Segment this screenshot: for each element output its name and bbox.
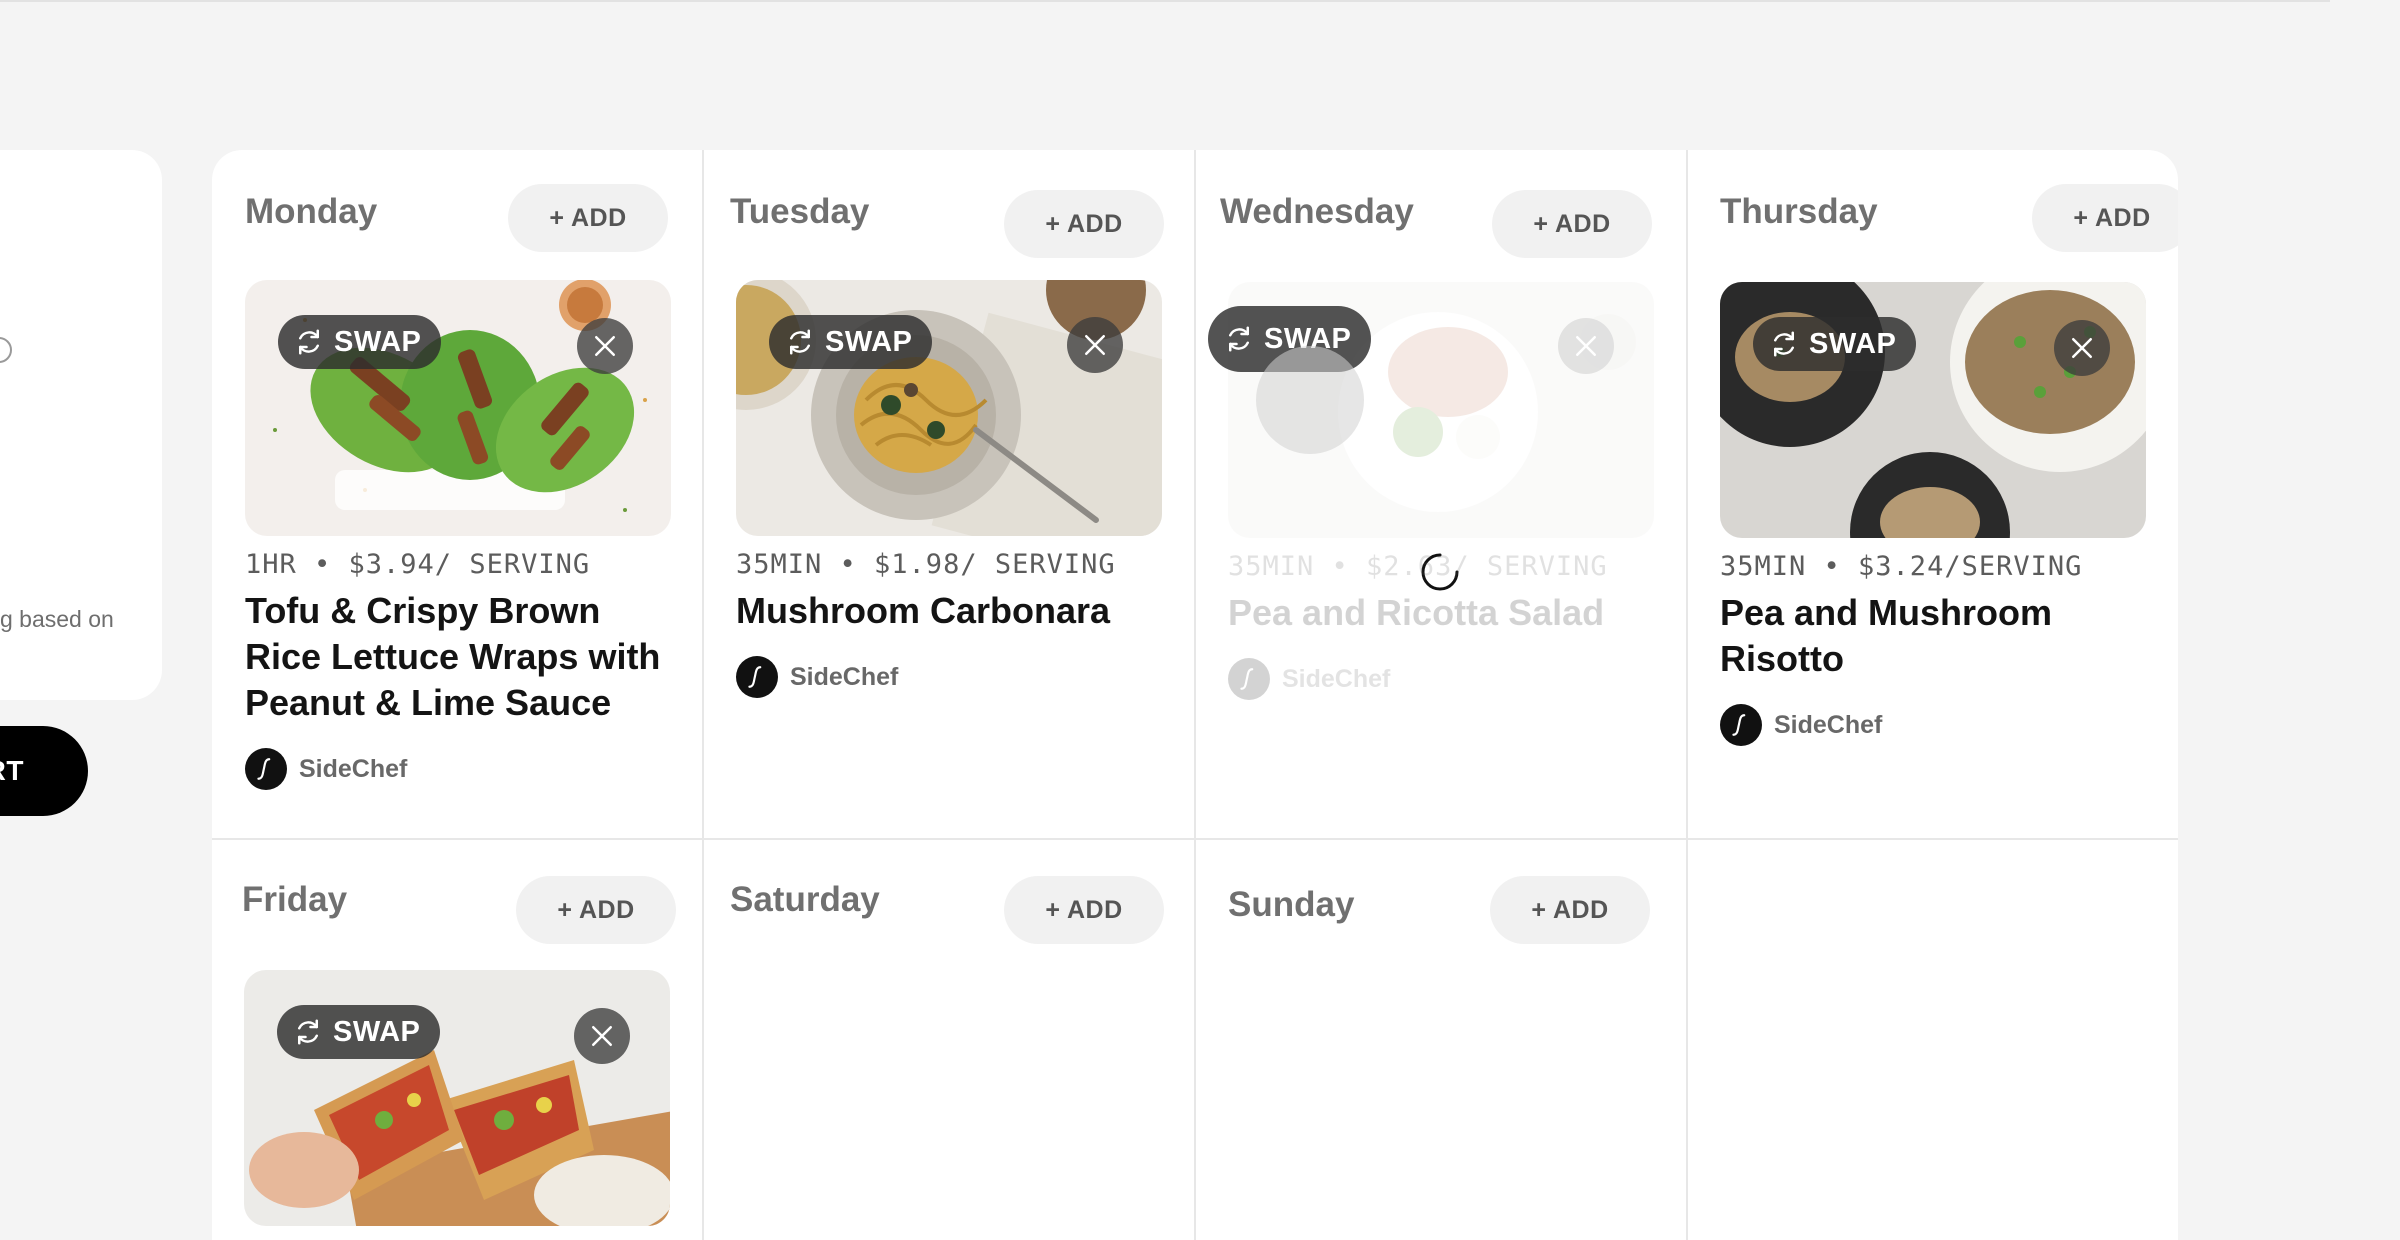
recipe-title-thursday[interactable]: Pea and Mushroom Risotto: [1720, 590, 2120, 682]
recipe-title-monday[interactable]: Tofu & Crispy Brown Rice Lettuce Wraps w…: [245, 588, 675, 726]
column-divider: [702, 150, 704, 1240]
swap-label: SWAP: [334, 325, 422, 358]
recipe-meta-thursday: 35MIN • $3.24/SERVING: [1720, 551, 2083, 582]
swap-label: SWAP: [1809, 327, 1897, 360]
remove-recipe-button-tuesday[interactable]: [1067, 317, 1123, 373]
remove-recipe-button-friday[interactable]: [574, 1008, 630, 1064]
author-name: SideChef: [1774, 710, 1883, 739]
close-icon: [592, 1026, 612, 1046]
recipe-image-monday[interactable]: SWAP: [245, 280, 671, 536]
column-divider: [1686, 150, 1688, 1240]
add-recipe-button-tuesday[interactable]: + ADD: [1004, 190, 1164, 258]
press-ripple: [1256, 346, 1364, 454]
recipe-author-thursday[interactable]: SideChef: [1720, 704, 1882, 746]
refresh-icon: [1229, 326, 1249, 352]
recipe-meta-monday: 1HR • $3.94/ SERVING: [245, 549, 591, 580]
swap-button-tuesday[interactable]: SWAP: [769, 315, 933, 369]
plan-settings-panel: g based on CART: [0, 150, 162, 816]
remove-recipe-button-thursday[interactable]: [2054, 320, 2110, 376]
remove-recipe-button-wednesday[interactable]: [1558, 318, 1614, 374]
swap-button-friday[interactable]: SWAP: [277, 1005, 441, 1059]
refresh-icon: [790, 329, 810, 355]
recipe-title-wednesday[interactable]: Pea and Ricotta Salad: [1228, 590, 1658, 636]
recipe-image-friday[interactable]: SWAP: [244, 970, 670, 1226]
day-title-friday: Friday: [242, 880, 348, 919]
column-divider: [1194, 150, 1196, 1240]
sidechef-logo-icon: [245, 748, 287, 790]
add-recipe-button-saturday[interactable]: + ADD: [1004, 876, 1164, 944]
add-recipe-button-friday[interactable]: + ADD: [516, 876, 676, 944]
close-icon: [1085, 335, 1105, 355]
sidechef-logo-icon: [1720, 704, 1762, 746]
add-recipe-button-monday[interactable]: + ADD: [508, 184, 668, 252]
sidechef-logo-icon: [736, 656, 778, 698]
day-title-monday: Monday: [245, 192, 378, 231]
top-divider: [0, 0, 2330, 2]
close-icon: [2072, 338, 2092, 358]
row-divider: [212, 838, 2178, 840]
panel-description: g based on: [0, 606, 114, 632]
author-name: SideChef: [790, 662, 899, 691]
recipe-image-thursday[interactable]: SWAP: [1720, 282, 2146, 538]
swap-label: SWAP: [333, 1015, 421, 1048]
weekly-planner-grid: Monday + ADD SWAP 1HR • $3.94/ SERVING T…: [212, 150, 2178, 1240]
recipe-author-tuesday[interactable]: SideChef: [736, 656, 898, 698]
author-name: SideChef: [1282, 664, 1391, 693]
recipe-author-monday[interactable]: SideChef: [245, 748, 407, 790]
recipe-title-tuesday[interactable]: Mushroom Carbonara: [736, 588, 1166, 634]
close-icon: [595, 336, 615, 356]
swap-label: SWAP: [825, 325, 913, 358]
refresh-icon: [1774, 331, 1794, 357]
add-recipe-button-sunday[interactable]: + ADD: [1490, 876, 1650, 944]
remove-recipe-button-monday[interactable]: [577, 318, 633, 374]
add-recipe-button-thursday[interactable]: + ADD: [2032, 184, 2178, 252]
recipe-author-wednesday[interactable]: SideChef: [1228, 658, 1390, 700]
day-title-thursday: Thursday: [1720, 192, 1878, 231]
day-title-sunday: Sunday: [1228, 885, 1355, 924]
refresh-icon: [299, 329, 319, 355]
recipe-image-tuesday[interactable]: SWAP: [736, 280, 1162, 536]
sidechef-logo-icon: [1228, 658, 1270, 700]
author-name: SideChef: [299, 754, 408, 783]
recipe-meta-wednesday: 35MIN • $2.63/ SERVING: [1228, 551, 1608, 582]
swap-button-monday[interactable]: SWAP: [278, 315, 442, 369]
refresh-icon: [298, 1019, 318, 1045]
add-recipe-button-wednesday[interactable]: + ADD: [1492, 190, 1652, 258]
day-title-wednesday: Wednesday: [1220, 192, 1414, 231]
recipe-meta-tuesday: 35MIN • $1.98/ SERVING: [736, 549, 1116, 580]
close-icon: [1576, 336, 1596, 356]
day-title-tuesday: Tuesday: [730, 192, 870, 231]
day-title-saturday: Saturday: [730, 880, 880, 919]
swap-button-thursday[interactable]: SWAP: [1753, 317, 1917, 371]
add-to-cart-button[interactable]: CART: [0, 726, 88, 816]
radio-option[interactable]: [0, 337, 12, 363]
